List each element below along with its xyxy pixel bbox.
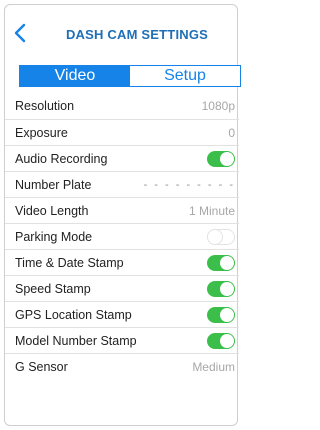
settings-screen: DASH CAM SETTINGS Video Setup Resolution… xyxy=(4,4,241,426)
toggle-knob xyxy=(220,281,234,296)
speed-stamp-toggle[interactable] xyxy=(207,280,235,297)
setting-row-resolution[interactable]: Resolution 1080p xyxy=(5,93,239,119)
setting-row-audio-recording: Audio Recording xyxy=(5,145,239,171)
setting-label: G Sensor xyxy=(15,359,68,374)
toggle-knob xyxy=(208,229,222,244)
tab-setup[interactable]: Setup xyxy=(130,66,240,86)
setting-row-number-plate[interactable]: Number Plate - - - - - - - - - xyxy=(5,171,239,197)
audio-recording-toggle[interactable] xyxy=(207,150,235,167)
setting-label: GPS Location Stamp xyxy=(15,307,132,322)
setting-row-video-length[interactable]: Video Length 1 Minute xyxy=(5,197,239,223)
setting-row-model-number-stamp: Model Number Stamp xyxy=(5,327,239,353)
time-date-stamp-toggle[interactable] xyxy=(207,254,235,271)
toggle-knob xyxy=(220,255,234,270)
settings-list: Resolution 1080p Exposure 0 Audio Record… xyxy=(5,93,239,379)
setting-label: Model Number Stamp xyxy=(15,333,137,348)
number-plate-placeholder: - - - - - - - - - xyxy=(143,178,235,191)
setting-label: Exposure xyxy=(15,125,68,140)
setting-value: Medium xyxy=(192,359,235,374)
tab-video[interactable]: Video xyxy=(20,66,130,86)
model-number-stamp-toggle[interactable] xyxy=(207,332,235,349)
gps-location-stamp-toggle[interactable] xyxy=(207,306,235,323)
setting-row-time-date-stamp: Time & Date Stamp xyxy=(5,249,239,275)
setting-value: 1 Minute xyxy=(188,203,235,218)
setting-value: 0 xyxy=(228,125,235,140)
setting-row-gps-location-stamp: GPS Location Stamp xyxy=(5,301,239,327)
toggle-knob xyxy=(220,307,234,322)
setting-label: Video Length xyxy=(15,203,89,218)
toggle-knob xyxy=(220,333,234,348)
setting-label: Parking Mode xyxy=(15,229,93,244)
header: DASH CAM SETTINGS xyxy=(5,5,239,57)
page-title: DASH CAM SETTINGS xyxy=(65,27,209,42)
setting-row-parking-mode: Parking Mode xyxy=(5,223,239,249)
setting-label: Time & Date Stamp xyxy=(15,255,124,270)
parking-mode-toggle[interactable] xyxy=(207,228,235,245)
back-chevron-left-icon[interactable] xyxy=(13,23,27,43)
toggle-knob xyxy=(220,151,234,166)
tab-bar: Video Setup xyxy=(19,65,241,87)
setting-label: Speed Stamp xyxy=(15,281,91,296)
setting-row-exposure[interactable]: Exposure 0 xyxy=(5,119,239,145)
setting-row-g-sensor[interactable]: G Sensor Medium xyxy=(5,353,239,379)
setting-value: 1080p xyxy=(201,99,235,113)
setting-label: Resolution xyxy=(15,99,75,113)
setting-row-speed-stamp: Speed Stamp xyxy=(5,275,239,301)
setting-label: Number Plate xyxy=(15,177,92,192)
setting-label: Audio Recording xyxy=(15,151,108,166)
